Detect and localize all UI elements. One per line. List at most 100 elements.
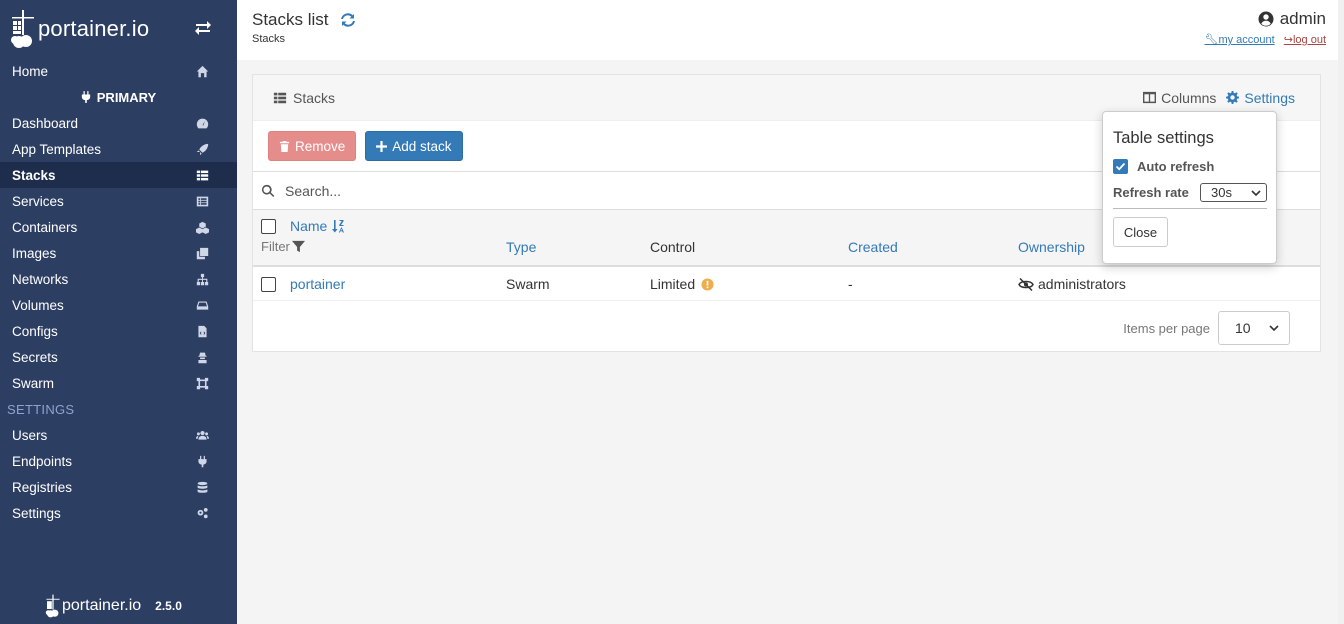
switch-endpoint-icon[interactable] — [194, 18, 212, 36]
sidebar-item-home[interactable]: Home — [0, 58, 237, 84]
trash-icon — [279, 140, 290, 152]
my-account-link[interactable]: 🔧︎my account — [1204, 34, 1274, 46]
cog-icon — [1226, 91, 1240, 104]
refresh-rate-select[interactable]: 30s — [1200, 183, 1267, 202]
sidebar-item-label: App Templates — [12, 141, 102, 157]
object-group-icon — [195, 376, 209, 390]
auto-refresh-label: Auto refresh — [1137, 159, 1215, 174]
name-header-label: Name — [290, 218, 328, 234]
user-circle-icon — [1258, 11, 1274, 27]
items-per-page-select[interactable]: 10 — [1218, 311, 1290, 345]
remove-label: Remove — [295, 138, 346, 154]
table-row: portainer Swarm Limited - administrators — [253, 267, 1320, 301]
pagination-controls: Items per page 10 — [1123, 311, 1290, 345]
add-stack-label: Add stack — [392, 138, 452, 154]
sidebar: portainer.io Home PRIMARY Dashboard App … — [0, 0, 237, 624]
hdd-icon — [195, 298, 209, 312]
name-column-header[interactable]: Name — [290, 218, 345, 234]
endpoint-header: PRIMARY — [0, 84, 237, 110]
type-column-header[interactable]: Type — [506, 239, 536, 255]
filter-toggle[interactable]: Filter — [261, 239, 305, 254]
refresh-rate-row: Refresh rate 30s — [1113, 183, 1267, 209]
stack-type: Swarm — [506, 276, 550, 292]
stack-control: Limited — [650, 276, 714, 292]
breadcrumb: Stacks — [252, 33, 286, 45]
ownership-value: administrators — [1038, 276, 1126, 292]
username: admin — [1279, 9, 1326, 28]
sidebar-item-label: Containers — [12, 219, 78, 235]
sidebar-item-app-templates[interactable]: App Templates — [0, 136, 237, 162]
sidebar-item-swarm[interactable]: Swarm — [0, 370, 237, 396]
ownership-column-header[interactable]: Ownership — [1018, 239, 1085, 255]
user-links: 🔧︎my account ↪log out — [1198, 33, 1326, 46]
sidebar-item-users[interactable]: Users — [0, 422, 237, 448]
select-all-checkbox[interactable] — [261, 219, 276, 234]
endpoint-name: PRIMARY — [96, 89, 157, 105]
file-code-icon — [195, 324, 209, 338]
refresh-rate-label: Refresh rate — [1113, 185, 1189, 200]
panel-title: Stacks — [273, 90, 335, 106]
sidebar-item-configs[interactable]: Configs — [0, 318, 237, 344]
sidebar-item-images[interactable]: Images — [0, 240, 237, 266]
th-list-icon — [273, 92, 287, 103]
brand[interactable]: portainer.io — [10, 6, 230, 52]
control-column-header: Control — [650, 239, 696, 255]
sidebar-item-label: Stacks — [12, 167, 56, 183]
chevron-down-icon — [1251, 189, 1261, 196]
auto-refresh-option[interactable]: Auto refresh — [1113, 159, 1214, 174]
search-input[interactable] — [285, 182, 885, 199]
scrollbar[interactable] — [1338, 0, 1344, 624]
table-settings-button[interactable]: Settings — [1226, 90, 1295, 106]
sidebar-item-label: Users — [12, 427, 48, 443]
database-icon — [195, 480, 209, 494]
sidebar-item-networks[interactable]: Networks — [0, 266, 237, 292]
auto-refresh-checkbox[interactable] — [1113, 159, 1128, 174]
settings-section-header: SETTINGS — [7, 401, 75, 417]
sort-alpha-icon — [332, 220, 345, 233]
exclamation-circle-icon[interactable] — [701, 277, 714, 291]
sidebar-item-settings[interactable]: Settings — [0, 500, 237, 526]
sidebar-item-dashboard[interactable]: Dashboard — [0, 110, 237, 136]
refresh-rate-value: 30s — [1211, 185, 1232, 200]
my-account-label: my account — [1218, 34, 1275, 46]
portainer-logo-icon — [45, 594, 60, 618]
sidebar-item-endpoints[interactable]: Endpoints — [0, 448, 237, 474]
sidebar-item-stacks[interactable]: Stacks — [0, 162, 237, 188]
sidebar-item-registries[interactable]: Registries — [0, 474, 237, 500]
columns-button[interactable]: Columns — [1143, 90, 1216, 106]
stack-name-link[interactable]: portainer — [290, 276, 345, 292]
sidebar-item-volumes[interactable]: Volumes — [0, 292, 237, 318]
add-stack-button[interactable]: Add stack — [365, 131, 463, 161]
close-button[interactable]: Close — [1113, 217, 1168, 247]
sidebar-item-secrets[interactable]: Secrets — [0, 344, 237, 370]
footer-brand-name: portainer.io — [62, 597, 142, 614]
columns-icon — [1143, 91, 1157, 104]
list-icon — [195, 168, 209, 182]
sidebar-item-label: Secrets — [12, 349, 58, 365]
sidebar-item-label: Dashboard — [12, 115, 79, 131]
log-out-label: log out — [1292, 34, 1326, 46]
log-out-link[interactable]: ↪log out — [1284, 34, 1326, 46]
refresh-icon[interactable] — [339, 11, 357, 29]
sitemap-icon — [195, 272, 209, 286]
row-checkbox[interactable] — [261, 277, 276, 292]
created-column-header[interactable]: Created — [848, 239, 898, 255]
sidebar-item-label: Services — [12, 193, 64, 209]
dashboard-icon — [195, 116, 209, 130]
panel-title-text: Stacks — [293, 89, 336, 106]
plug-icon — [195, 454, 209, 468]
columns-label: Columns — [1161, 89, 1217, 106]
page-title: Stacks list — [252, 10, 357, 30]
sidebar-item-services[interactable]: Services — [0, 188, 237, 214]
users-icon — [195, 428, 209, 442]
table-settings-popover: Table settings Auto refresh Refresh rate… — [1102, 111, 1277, 264]
plug-icon — [81, 91, 90, 103]
eye-slash-icon — [1018, 277, 1034, 291]
sidebar-item-label: Volumes — [12, 297, 64, 313]
chevron-down-icon — [1269, 325, 1279, 332]
user-secret-icon — [195, 350, 209, 364]
items-per-page-label: Items per page — [1123, 320, 1210, 336]
filter-label: Filter — [261, 239, 290, 254]
remove-button[interactable]: Remove — [268, 131, 357, 161]
sidebar-item-containers[interactable]: Containers — [0, 214, 237, 240]
